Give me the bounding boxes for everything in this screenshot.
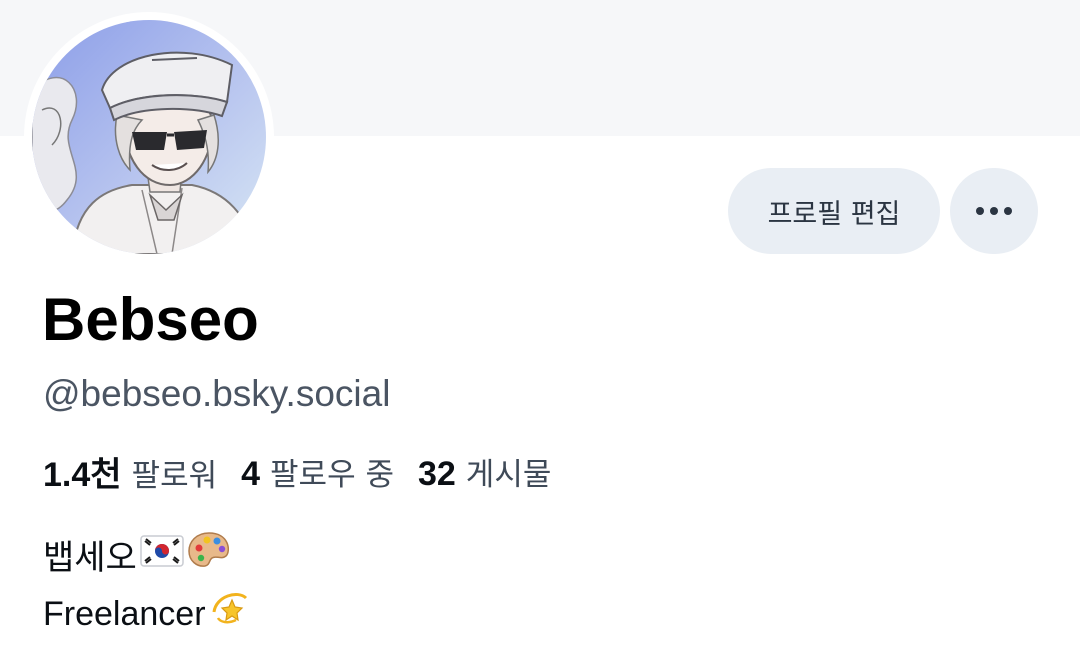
bio-line-2: Freelancer bbox=[43, 586, 252, 642]
following-count: 4 bbox=[241, 454, 261, 493]
followers-label: 팔로워 bbox=[131, 457, 218, 494]
artist-palette-emoji-icon bbox=[187, 530, 231, 587]
followers-count: 1.4천 bbox=[43, 455, 122, 494]
display-name: Bebseo bbox=[42, 286, 259, 353]
following-label: 팔로우 중 bbox=[270, 456, 394, 493]
edit-profile-label: 프로필 편집 bbox=[767, 198, 901, 230]
avatar-frame bbox=[24, 12, 274, 262]
avatar[interactable] bbox=[32, 20, 266, 254]
bio-occupation-text: Freelancer bbox=[43, 595, 206, 633]
bio-line-1: 뱁세오 bbox=[43, 530, 252, 586]
more-options-button[interactable] bbox=[950, 168, 1038, 254]
more-horizontal-icon bbox=[976, 207, 1012, 215]
bio-name-text: 뱁세오 bbox=[43, 538, 137, 578]
edit-profile-button[interactable]: 프로필 편집 bbox=[728, 168, 940, 254]
posts-count: 32 bbox=[417, 454, 456, 493]
dizzy-star-emoji-icon bbox=[208, 586, 252, 643]
posts-stat: 32 게시물 bbox=[418, 449, 551, 494]
following-stat[interactable]: 4 팔로우 중 bbox=[241, 449, 394, 494]
korea-flag-emoji-icon bbox=[139, 530, 185, 586]
avatar-image bbox=[32, 20, 266, 254]
profile-handle[interactable]: @bebseo.bsky.social bbox=[43, 370, 390, 418]
profile-stats: 1.4천 팔로워 4 팔로우 중 32 게시물 bbox=[43, 448, 575, 494]
followers-stat[interactable]: 1.4천 팔로워 bbox=[43, 447, 217, 496]
posts-label: 게시물 bbox=[465, 456, 552, 493]
profile-bio: 뱁세오 Freelancer bbox=[43, 530, 252, 642]
